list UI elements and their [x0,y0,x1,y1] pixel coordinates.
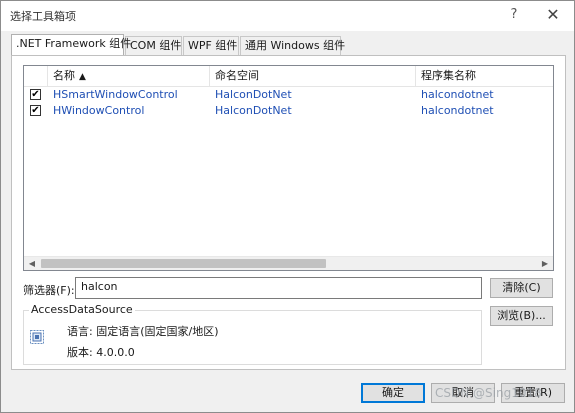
tab-universal-windows[interactable]: 通用 Windows 组件 [240,36,345,55]
row-name: HSmartWindowControl [53,88,178,101]
check-column-header[interactable] [24,66,48,86]
row-assembly: halcondotnet [421,104,494,117]
choose-toolbox-items-dialog: 选择工具箱项 ? ✕ .NET Framework 组件 COM 组件 WPF … [0,0,575,413]
component-version: 版本: 4.0.0.0 [67,346,135,359]
filter-input[interactable]: halcon [75,277,482,299]
ok-button[interactable]: 确定 [361,383,425,403]
component-language: 语言: 固定语言(固定国家/地区) [67,325,219,338]
column-header-name[interactable]: 名称 ▲ [48,66,210,86]
list-rows: ✔ HSmartWindowControl HalconDotNet halco… [24,87,553,119]
help-button[interactable]: ? [506,5,522,25]
column-header-namespace[interactable]: 命名空间 [210,66,416,86]
component-list[interactable]: 名称 ▲ 命名空间 程序集名称 ✔ HSmartWindowControl Hal… [23,65,554,271]
watermark: CSDN @Sing1018 [435,386,542,400]
clear-button[interactable]: 清除(C) [490,278,553,298]
window-title: 选择工具箱项 [10,10,76,23]
row-assembly: halcondotnet [421,88,494,101]
row-name: HWindowControl [53,104,145,117]
row-checkbox[interactable]: ✔ [30,105,41,116]
horizontal-scrollbar[interactable]: ◀ ▶ [24,256,553,270]
close-button[interactable]: ✕ [543,5,563,25]
sort-ascending-icon: ▲ [79,72,86,82]
row-namespace: HalconDotNet [215,104,292,117]
row-namespace: HalconDotNet [215,88,292,101]
tab-net-framework[interactable]: .NET Framework 组件 [11,34,131,55]
column-header-name-label: 名称 [53,69,75,82]
list-header: 名称 ▲ 命名空间 程序集名称 [24,66,553,87]
scroll-left-icon[interactable]: ◀ [25,257,39,270]
scrollbar-thumb[interactable] [41,259,326,268]
tab-panel: 名称 ▲ 命名空间 程序集名称 ✔ HSmartWindowControl Hal… [11,55,566,370]
column-header-assembly[interactable]: 程序集名称 [416,66,553,86]
table-row[interactable]: ✔ HSmartWindowControl HalconDotNet halco… [24,87,553,103]
component-details-group: AccessDataSource 语言: 固定语言(固定国家/地区) 版本: 4… [23,303,482,365]
filter-label: 筛选器(F): [23,284,75,297]
scroll-right-icon[interactable]: ▶ [538,257,552,270]
component-details-title: AccessDataSource [29,303,135,316]
title-bar: 选择工具箱项 ? ✕ [1,1,574,31]
tab-wpf[interactable]: WPF 组件 [183,36,239,55]
row-checkbox[interactable]: ✔ [30,89,41,100]
component-icon [30,330,44,344]
tab-com[interactable]: COM 组件 [125,36,182,55]
browse-button[interactable]: 浏览(B)... [490,306,553,326]
table-row[interactable]: ✔ HWindowControl HalconDotNet halcondotn… [24,103,553,119]
